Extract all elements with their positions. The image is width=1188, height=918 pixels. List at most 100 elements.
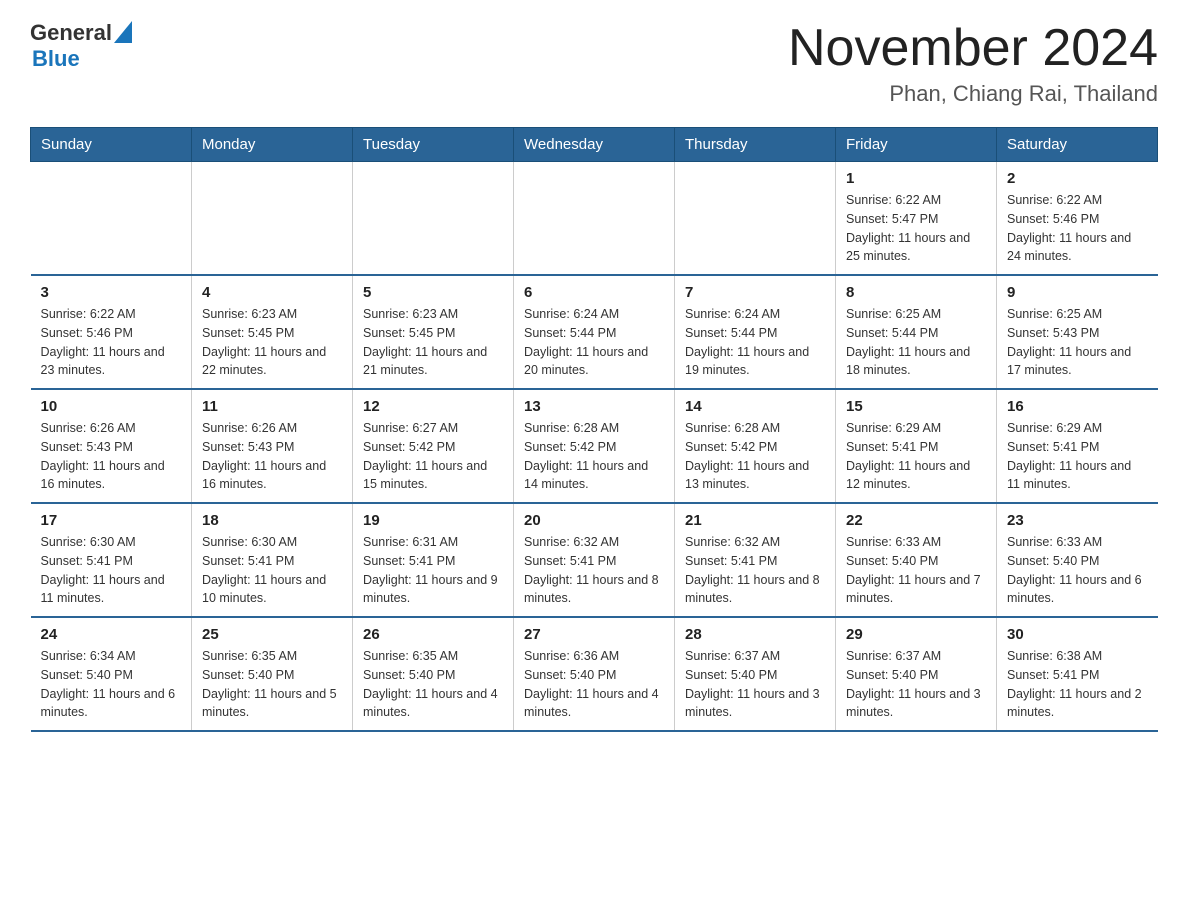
calendar-cell: 23 Sunrise: 6:33 AMSunset: 5:40 PMDayligh… <box>997 503 1158 617</box>
logo-triangle-icon <box>114 21 132 43</box>
calendar-cell: 26 Sunrise: 6:35 AMSunset: 5:40 PMDayligh… <box>353 617 514 731</box>
calendar-cell: 11 Sunrise: 6:26 AMSunset: 5:43 PMDayligh… <box>192 389 353 503</box>
calendar-week-row: 3 Sunrise: 6:22 AMSunset: 5:46 PMDaylight… <box>31 275 1158 389</box>
day-number: 26 <box>363 626 503 643</box>
calendar-cell: 17Sunrise: 6:30 AMSunset: 5:41 PMDayligh… <box>31 503 192 617</box>
day-header-friday: Friday <box>836 128 997 162</box>
day-number: 3 <box>41 284 182 301</box>
page-header: General Blue November 2024 Phan, Chiang … <box>30 20 1158 107</box>
day-number: 28 <box>685 626 825 643</box>
day-info: Sunrise: 6:36 AMSunset: 5:40 PMDaylight:… <box>524 647 664 722</box>
day-info: Sunrise: 6:26 AMSunset: 5:43 PMDaylight:… <box>41 419 182 494</box>
logo-block: General Blue <box>30 20 132 72</box>
day-info: Sunrise: 6:30 AMSunset: 5:41 PMDaylight:… <box>202 533 342 608</box>
day-number: 14 <box>685 398 825 415</box>
day-info: Sunrise: 6:27 AMSunset: 5:42 PMDaylight:… <box>363 419 503 494</box>
calendar-cell: 8 Sunrise: 6:25 AMSunset: 5:44 PMDaylight… <box>836 275 997 389</box>
day-number: 16 <box>1007 398 1148 415</box>
calendar-week-row: 10Sunrise: 6:26 AMSunset: 5:43 PMDayligh… <box>31 389 1158 503</box>
calendar-cell: 13Sunrise: 6:28 AMSunset: 5:42 PMDayligh… <box>514 389 675 503</box>
day-number: 19 <box>363 512 503 529</box>
day-number: 30 <box>1007 626 1148 643</box>
day-info: Sunrise: 6:24 AMSunset: 5:44 PMDaylight:… <box>685 305 825 380</box>
day-header-wednesday: Wednesday <box>514 128 675 162</box>
day-number: 29 <box>846 626 986 643</box>
location-title: Phan, Chiang Rai, Thailand <box>788 81 1158 107</box>
calendar-cell: 16 Sunrise: 6:29 AMSunset: 5:41 PMDayligh… <box>997 389 1158 503</box>
day-number: 11 <box>202 398 342 415</box>
calendar-cell: 25 Sunrise: 6:35 AMSunset: 5:40 PMDayligh… <box>192 617 353 731</box>
calendar-cell: 14 Sunrise: 6:28 AMSunset: 5:42 PMDayligh… <box>675 389 836 503</box>
calendar-table: SundayMondayTuesdayWednesdayThursdayFrid… <box>30 127 1158 732</box>
day-number: 5 <box>363 284 503 301</box>
calendar-cell: 20 Sunrise: 6:32 AMSunset: 5:41 PMDayligh… <box>514 503 675 617</box>
calendar-cell: 7Sunrise: 6:24 AMSunset: 5:44 PMDaylight… <box>675 275 836 389</box>
day-number: 27 <box>524 626 664 643</box>
day-info: Sunrise: 6:32 AMSunset: 5:41 PMDaylight:… <box>524 533 664 608</box>
calendar-cell: 12 Sunrise: 6:27 AMSunset: 5:42 PMDayligh… <box>353 389 514 503</box>
calendar-cell <box>192 162 353 276</box>
day-number: 4 <box>202 284 342 301</box>
calendar-cell: 27 Sunrise: 6:36 AMSunset: 5:40 PMDayligh… <box>514 617 675 731</box>
logo-blue-text: Blue <box>32 46 132 72</box>
calendar-cell: 18 Sunrise: 6:30 AMSunset: 5:41 PMDayligh… <box>192 503 353 617</box>
day-info: Sunrise: 6:32 AMSunset: 5:41 PMDaylight:… <box>685 533 825 608</box>
calendar-cell: 1Sunrise: 6:22 AMSunset: 5:47 PMDaylight… <box>836 162 997 276</box>
logo-general-text: General <box>30 20 112 46</box>
calendar-cell: 10Sunrise: 6:26 AMSunset: 5:43 PMDayligh… <box>31 389 192 503</box>
calendar-cell <box>675 162 836 276</box>
day-number: 24 <box>41 626 182 643</box>
day-info: Sunrise: 6:38 AMSunset: 5:41 PMDaylight:… <box>1007 647 1148 722</box>
day-info: Sunrise: 6:25 AMSunset: 5:44 PMDaylight:… <box>846 305 986 380</box>
day-info: Sunrise: 6:31 AMSunset: 5:41 PMDaylight:… <box>363 533 503 608</box>
day-info: Sunrise: 6:23 AMSunset: 5:45 PMDaylight:… <box>202 305 342 380</box>
day-info: Sunrise: 6:26 AMSunset: 5:43 PMDaylight:… <box>202 419 342 494</box>
calendar-cell: 29Sunrise: 6:37 AMSunset: 5:40 PMDayligh… <box>836 617 997 731</box>
day-number: 20 <box>524 512 664 529</box>
day-info: Sunrise: 6:28 AMSunset: 5:42 PMDaylight:… <box>685 419 825 494</box>
calendar-header-row: SundayMondayTuesdayWednesdayThursdayFrid… <box>31 128 1158 162</box>
day-info: Sunrise: 6:22 AMSunset: 5:47 PMDaylight:… <box>846 191 986 266</box>
day-number: 15 <box>846 398 986 415</box>
day-number: 17 <box>41 512 182 529</box>
day-number: 23 <box>1007 512 1148 529</box>
day-number: 8 <box>846 284 986 301</box>
day-info: Sunrise: 6:22 AMSunset: 5:46 PMDaylight:… <box>41 305 182 380</box>
calendar-cell: 28 Sunrise: 6:37 AMSunset: 5:40 PMDayligh… <box>675 617 836 731</box>
title-block: November 2024 Phan, Chiang Rai, Thailand <box>788 20 1158 107</box>
day-info: Sunrise: 6:29 AMSunset: 5:41 PMDaylight:… <box>846 419 986 494</box>
day-info: Sunrise: 6:29 AMSunset: 5:41 PMDaylight:… <box>1007 419 1148 494</box>
calendar-cell: 6Sunrise: 6:24 AMSunset: 5:44 PMDaylight… <box>514 275 675 389</box>
day-info: Sunrise: 6:35 AMSunset: 5:40 PMDaylight:… <box>363 647 503 722</box>
calendar-cell: 24 Sunrise: 6:34 AMSunset: 5:40 PMDayligh… <box>31 617 192 731</box>
logo-row1: General <box>30 20 132 46</box>
calendar-cell: 4 Sunrise: 6:23 AMSunset: 5:45 PMDaylight… <box>192 275 353 389</box>
day-number: 25 <box>202 626 342 643</box>
day-info: Sunrise: 6:34 AMSunset: 5:40 PMDaylight:… <box>41 647 182 722</box>
day-number: 6 <box>524 284 664 301</box>
day-info: Sunrise: 6:37 AMSunset: 5:40 PMDaylight:… <box>685 647 825 722</box>
day-number: 18 <box>202 512 342 529</box>
day-info: Sunrise: 6:22 AMSunset: 5:46 PMDaylight:… <box>1007 191 1148 266</box>
day-info: Sunrise: 6:23 AMSunset: 5:45 PMDaylight:… <box>363 305 503 380</box>
calendar-cell: 30 Sunrise: 6:38 AMSunset: 5:41 PMDayligh… <box>997 617 1158 731</box>
calendar-week-row: 24 Sunrise: 6:34 AMSunset: 5:40 PMDayligh… <box>31 617 1158 731</box>
calendar-cell: 3 Sunrise: 6:22 AMSunset: 5:46 PMDaylight… <box>31 275 192 389</box>
calendar-cell <box>353 162 514 276</box>
calendar-cell: 21 Sunrise: 6:32 AMSunset: 5:41 PMDayligh… <box>675 503 836 617</box>
day-header-sunday: Sunday <box>31 128 192 162</box>
calendar-cell <box>31 162 192 276</box>
day-header-saturday: Saturday <box>997 128 1158 162</box>
calendar-cell: 5 Sunrise: 6:23 AMSunset: 5:45 PMDaylight… <box>353 275 514 389</box>
day-number: 12 <box>363 398 503 415</box>
calendar-cell: 15 Sunrise: 6:29 AMSunset: 5:41 PMDayligh… <box>836 389 997 503</box>
day-info: Sunrise: 6:35 AMSunset: 5:40 PMDaylight:… <box>202 647 342 722</box>
day-header-tuesday: Tuesday <box>353 128 514 162</box>
day-info: Sunrise: 6:33 AMSunset: 5:40 PMDaylight:… <box>1007 533 1148 608</box>
day-number: 9 <box>1007 284 1148 301</box>
day-number: 21 <box>685 512 825 529</box>
logo: General Blue <box>30 20 132 72</box>
day-header-monday: Monday <box>192 128 353 162</box>
month-title: November 2024 <box>788 20 1158 77</box>
day-header-thursday: Thursday <box>675 128 836 162</box>
